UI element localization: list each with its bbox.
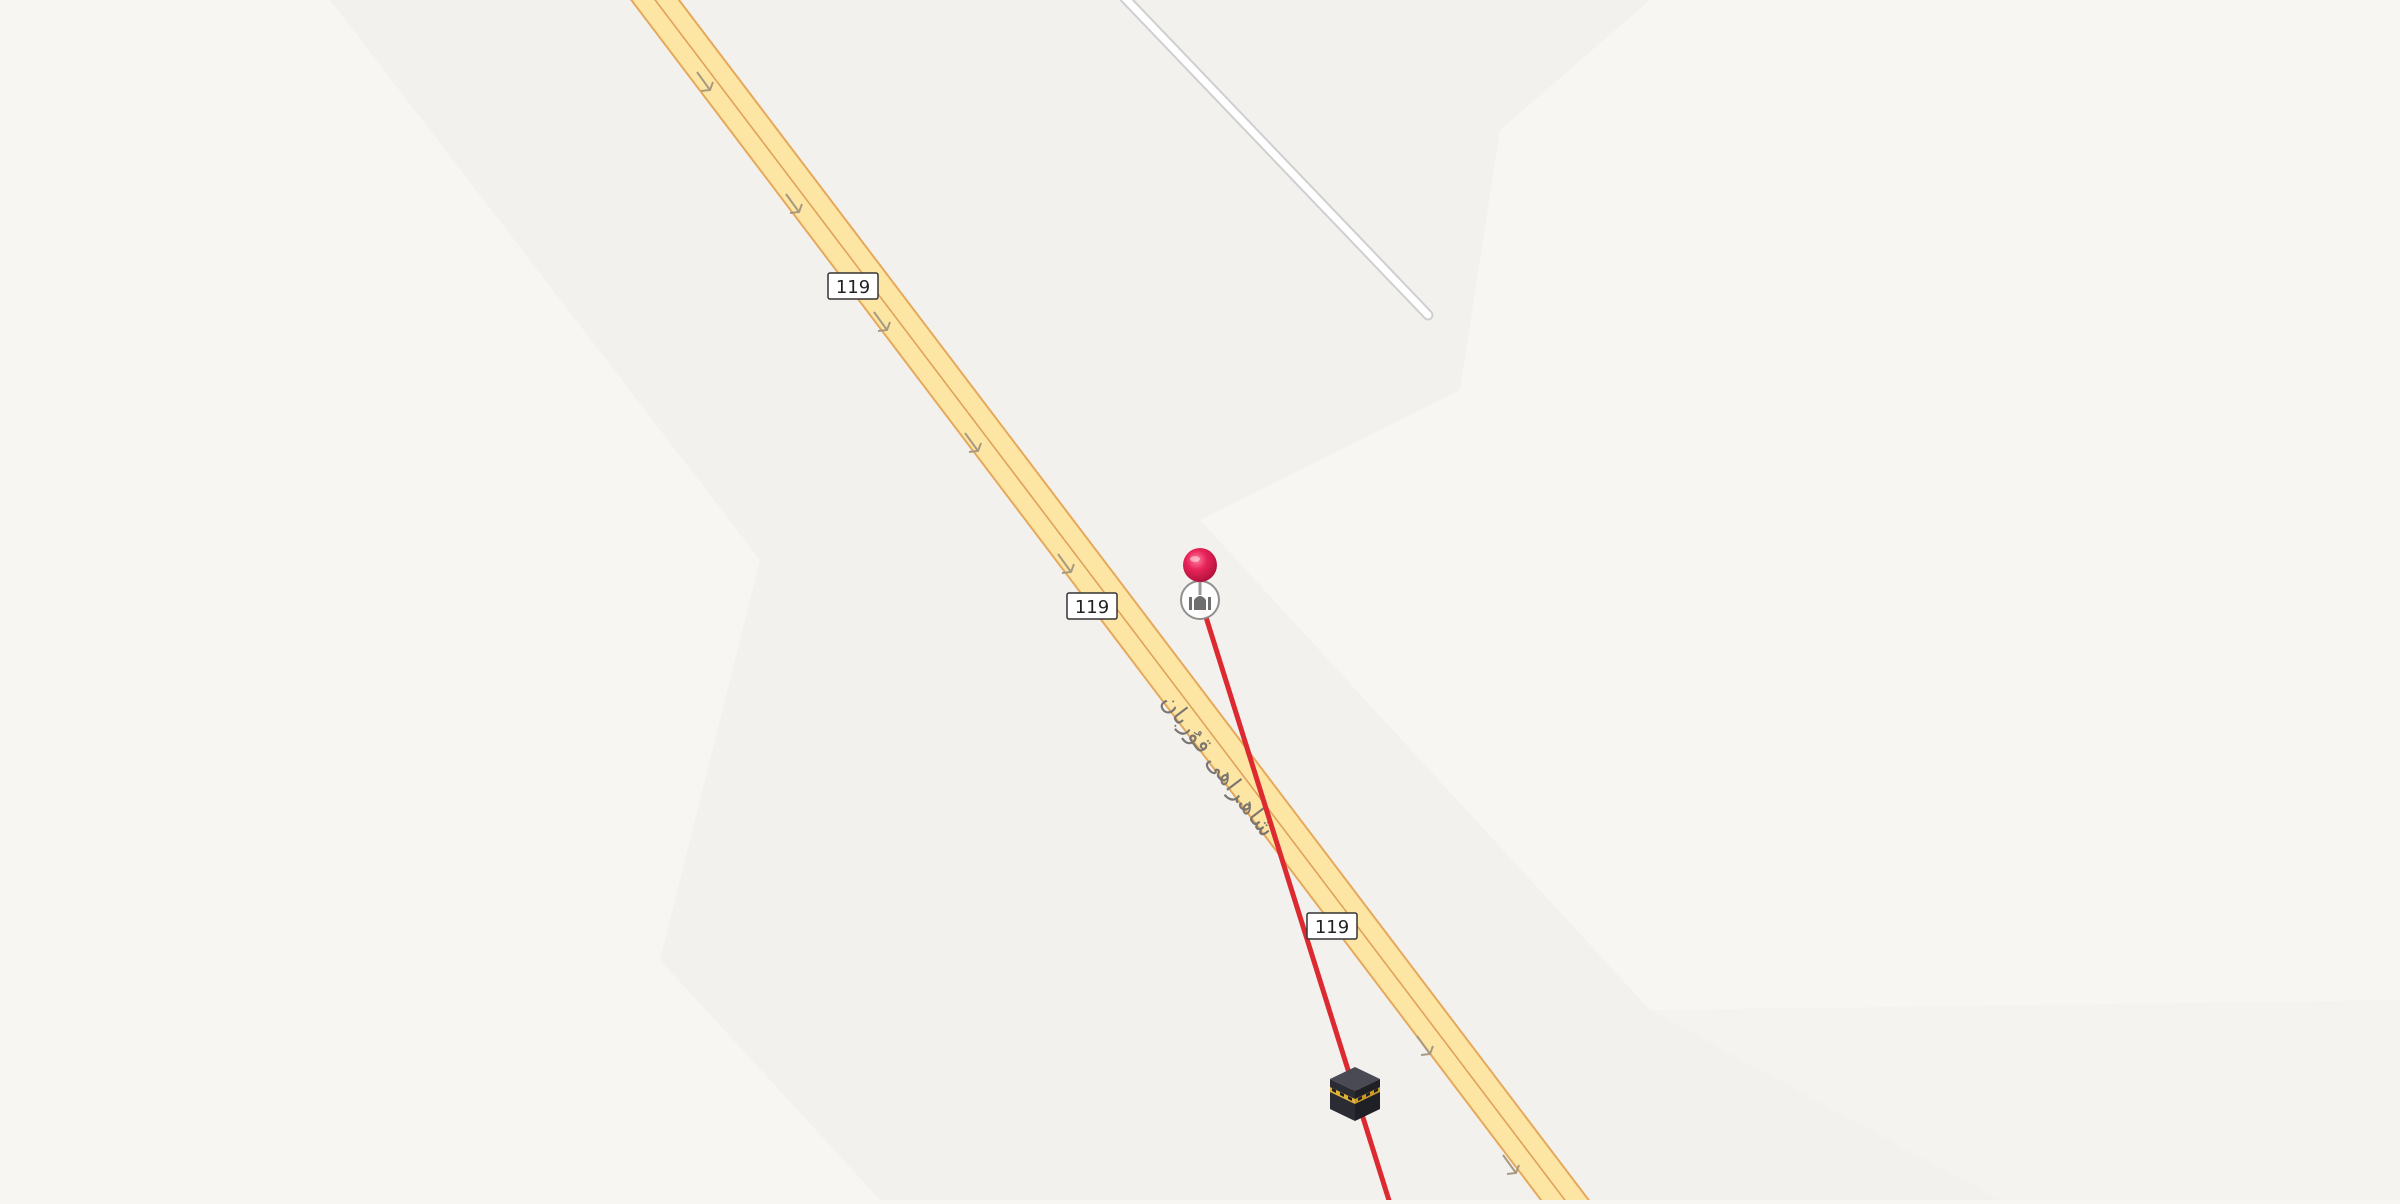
route-shield: 119 <box>1306 912 1358 940</box>
map-view[interactable]: ﺷﺎھﺮﺍﮬﻰ ﻗﯘﺭﺑﺎﻥ 119 119 119 <box>0 0 2400 1204</box>
map-canvas[interactable]: ﺷﺎھﺮﺍﮬﻰ ﻗﯘﺭﺑﺎﻥ 119 119 119 <box>0 0 2400 1204</box>
route-shield: 119 <box>1066 592 1118 620</box>
route-shield-label: 119 <box>1315 917 1349 938</box>
route-shield-label: 119 <box>836 277 870 298</box>
red-pin-icon <box>1183 548 1217 582</box>
route-shield: 119 <box>827 272 879 300</box>
route-shield-label: 119 <box>1075 597 1109 618</box>
